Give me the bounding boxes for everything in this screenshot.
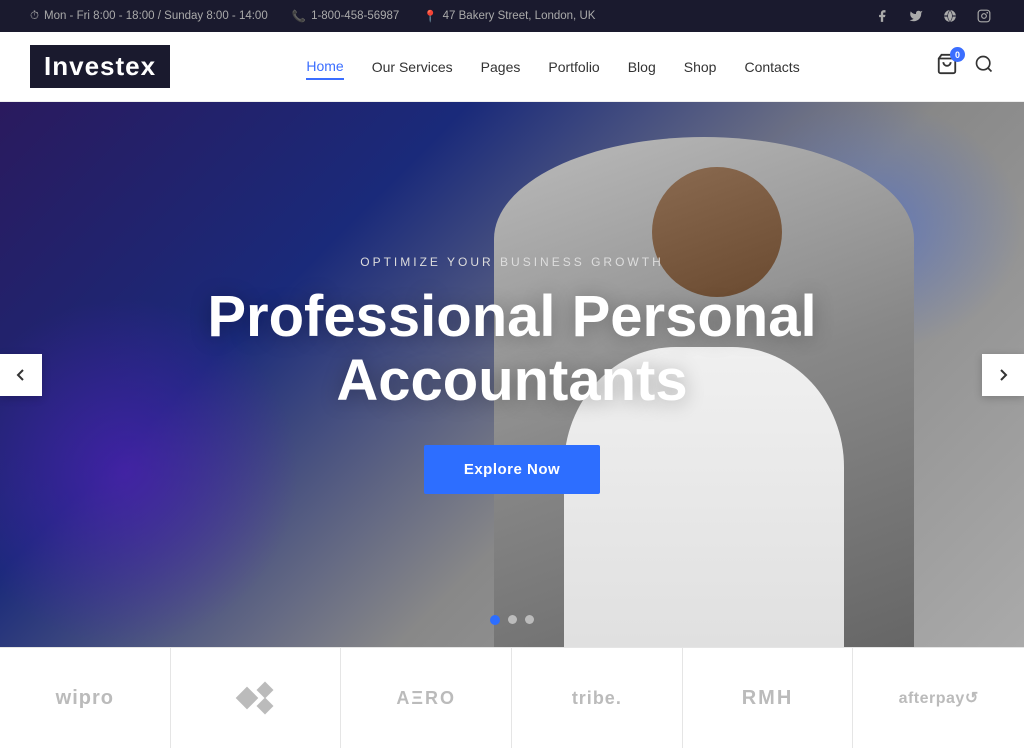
partner-diamonds[interactable]	[171, 648, 342, 748]
nav-item-pages[interactable]: Pages	[481, 55, 521, 79]
header: Investex Home Our Services Pages Portfol…	[0, 32, 1024, 102]
hero-prev-button[interactable]	[0, 354, 42, 396]
hero-title: Professional Personal Accountants	[202, 285, 822, 413]
phone-icon: 📞	[292, 9, 306, 23]
cart-button[interactable]: 0	[936, 53, 958, 80]
nav-right: 0	[936, 53, 994, 80]
diamond-icon-2	[257, 682, 274, 699]
diamond-icon-3	[257, 698, 274, 715]
clock-icon: ⏱	[30, 10, 39, 23]
instagram-icon[interactable]	[974, 6, 994, 26]
explore-button[interactable]: Explore Now	[424, 445, 600, 494]
nav-item-services[interactable]: Our Services	[372, 55, 453, 79]
globe-icon[interactable]	[940, 6, 960, 26]
social-links	[872, 6, 994, 26]
partner-aero[interactable]: AΞRO	[341, 648, 512, 748]
partner-wipro[interactable]: wipro	[0, 648, 171, 748]
partner-rmh[interactable]: RMH	[683, 648, 854, 748]
hero-dot-1[interactable]	[490, 615, 500, 625]
phone-info: 📞 1-800-458-56987	[292, 9, 400, 23]
hero-dot-3[interactable]	[525, 615, 534, 624]
business-hours: ⏱ Mon - Fri 8:00 - 18:00 / Sunday 8:00 -…	[30, 10, 268, 23]
nav-item-contacts[interactable]: Contacts	[744, 55, 799, 79]
partner-tribe[interactable]: tribe.	[512, 648, 683, 748]
hero-dot-2[interactable]	[508, 615, 517, 624]
nav-item-shop[interactable]: Shop	[684, 55, 717, 79]
nav-item-home[interactable]: Home	[306, 54, 343, 80]
site-logo[interactable]: Investex	[30, 45, 170, 88]
main-nav: Home Our Services Pages Portfolio Blog S…	[306, 54, 799, 80]
twitter-icon[interactable]	[906, 6, 926, 26]
hero-content: Optimize Your Business Growth Profession…	[0, 102, 1024, 647]
address-info: 📍 47 Bakery Street, London, UK	[423, 9, 595, 23]
hero-section: Optimize Your Business Growth Profession…	[0, 102, 1024, 647]
nav-item-blog[interactable]: Blog	[628, 55, 656, 79]
cart-badge: 0	[950, 47, 965, 62]
hero-next-button[interactable]	[982, 354, 1024, 396]
search-button[interactable]	[974, 54, 994, 79]
hero-subtitle: Optimize Your Business Growth	[360, 255, 663, 269]
nav-item-portfolio[interactable]: Portfolio	[548, 55, 599, 79]
location-icon: 📍	[423, 9, 437, 23]
partner-afterpay[interactable]: afterpay↺	[853, 648, 1024, 748]
hero-dots	[490, 615, 534, 625]
facebook-icon[interactable]	[872, 6, 892, 26]
top-bar-info: ⏱ Mon - Fri 8:00 - 18:00 / Sunday 8:00 -…	[30, 9, 595, 23]
partners-bar: wipro AΞRO tribe. RMH afterpay↺	[0, 647, 1024, 748]
top-bar: ⏱ Mon - Fri 8:00 - 18:00 / Sunday 8:00 -…	[0, 0, 1024, 32]
diamond-icon-1	[236, 687, 259, 710]
